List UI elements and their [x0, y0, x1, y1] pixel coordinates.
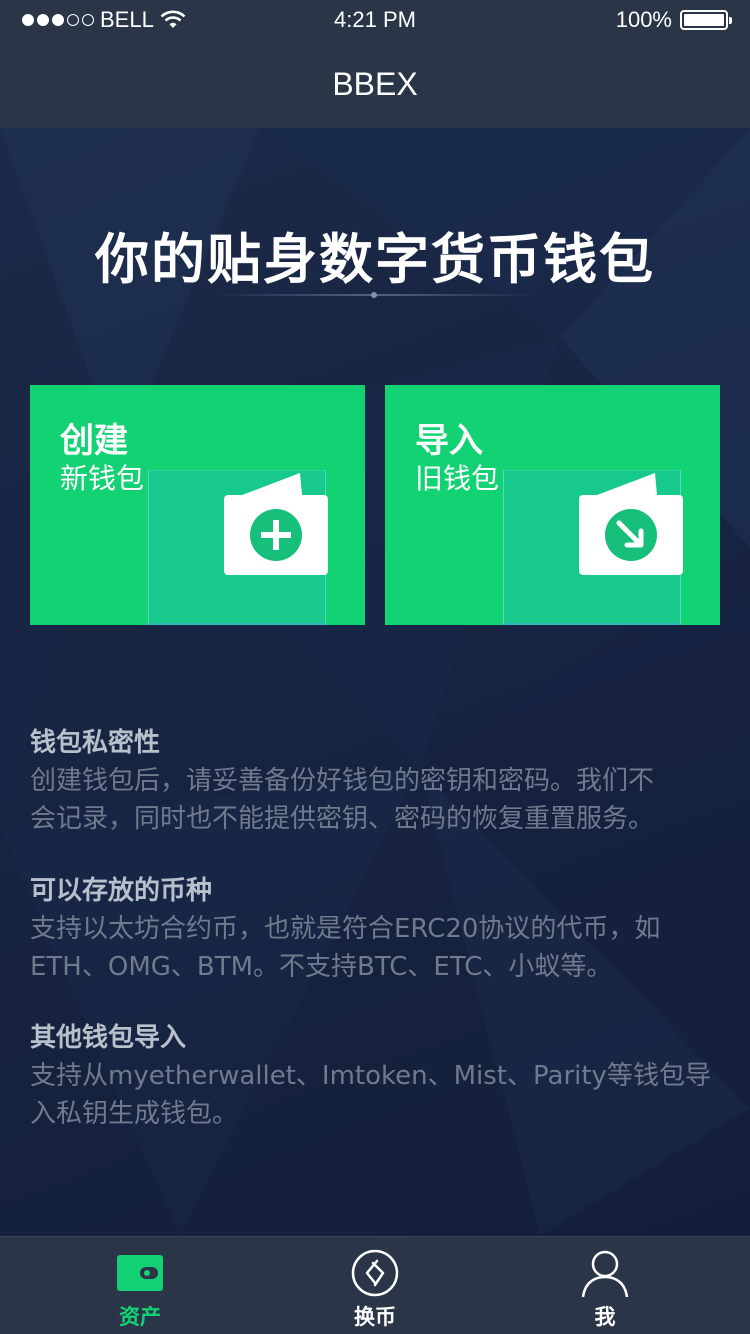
info-body-line: 支持从myetherwallet、Imtoken、Mist、Parity等钱包导	[30, 1061, 711, 1091]
create-wallet-card[interactable]: 创建 新钱包	[30, 385, 365, 625]
hero-title: 你的贴身数字货币钱包	[95, 228, 655, 291]
info-body-line: ETH、OMG、BTM。不支持BTC、ETC、小蚁等。	[30, 952, 613, 982]
wallet-icon	[117, 1255, 163, 1291]
info-import-other: 其他钱包导入 支持从myetherwallet、Imtoken、Mist、Par…	[30, 1019, 720, 1133]
info-title: 可以存放的币种	[30, 876, 213, 906]
status-bar: BELL 4:21 PM 100%	[0, 0, 750, 40]
battery-icon	[680, 10, 732, 30]
exchange-icon	[351, 1249, 399, 1297]
info-body-line: 支持以太坊合约币，也就是符合ERC20协议的代币，如	[30, 914, 661, 944]
import-card-subtitle: 旧钱包	[415, 462, 500, 495]
info-privacy: 钱包私密性 创建钱包后，请妥善备份好钱包的密钥和密码。我们不 会记录，同时也不能…	[30, 724, 720, 838]
tab-label: 我	[594, 1305, 616, 1329]
user-icon	[581, 1250, 629, 1298]
hero-divider-dot	[371, 292, 377, 298]
tab-bar: 资产 换币 我	[0, 1236, 750, 1334]
tab-assets[interactable]: 资产	[15, 1237, 265, 1334]
status-right: 100%	[615, 7, 732, 33]
info-body-line: 创建钱包后，请妥善备份好钱包的密钥和密码。我们不	[30, 766, 655, 796]
info-supported-coins: 可以存放的币种 支持以太坊合约币，也就是符合ERC20协议的代币，如 ETH、O…	[30, 872, 720, 986]
info-title: 其他钱包导入	[30, 1023, 187, 1053]
create-card-subtitle: 新钱包	[60, 462, 145, 495]
tab-label: 换币	[354, 1305, 396, 1329]
wallet-import-icon	[579, 473, 683, 575]
info-body-line: 入私钥生成钱包。	[30, 1099, 239, 1129]
import-wallet-card[interactable]: 导入 旧钱包	[385, 385, 720, 625]
info-body-line: 会记录，同时也不能提供密钥、密码的恢复重置服务。	[30, 804, 655, 834]
info-title: 钱包私密性	[30, 728, 161, 758]
tab-exchange[interactable]: 换币	[250, 1237, 500, 1334]
nav-bar: BBEX	[0, 40, 750, 128]
tab-me[interactable]: 我	[480, 1237, 730, 1334]
import-card-title: 导入	[415, 421, 483, 461]
nav-title: BBEX	[332, 66, 418, 102]
tab-label: 资产	[119, 1305, 161, 1329]
battery-percent: 100%	[615, 7, 672, 32]
wallet-plus-icon	[224, 473, 328, 575]
create-card-title: 创建	[60, 421, 128, 461]
